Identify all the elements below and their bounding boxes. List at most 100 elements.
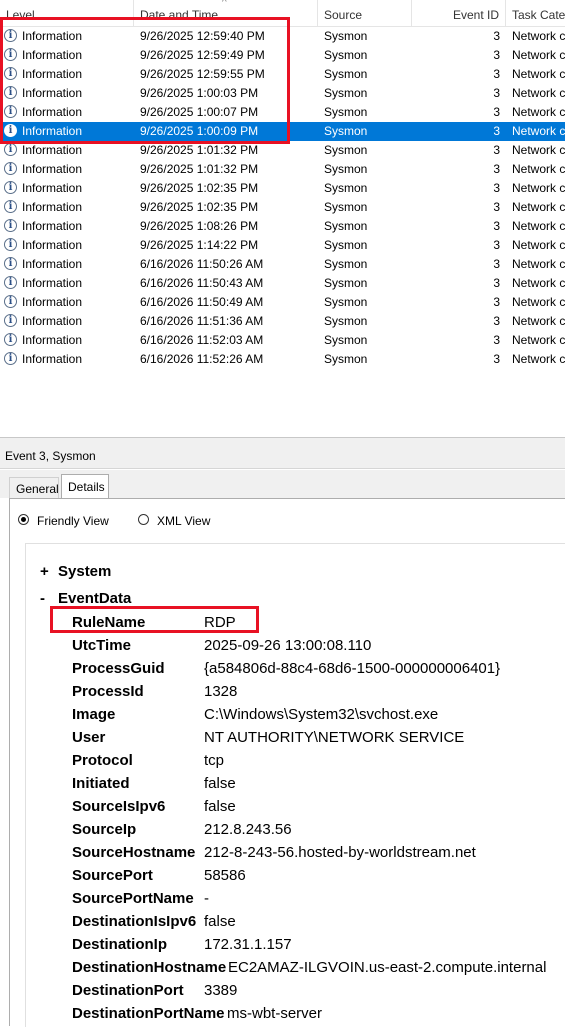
friendly-view-radio[interactable]: Friendly View [18,513,128,529]
cell-event-id: 3 [493,48,500,62]
details-panel: Friendly View XML View + System - EventD… [9,498,565,1027]
cell-task-category: Network c [512,276,565,290]
field-name: ProcessGuid [72,660,165,677]
field-name: SourcePortName [72,890,194,907]
cell-date-time: 9/26/2025 1:02:35 PM [140,200,259,214]
field-name: DestinationPortName [72,1005,225,1022]
cell-level: Information [22,352,83,366]
cell-event-id: 3 [493,295,500,309]
field-name: Image [72,706,116,723]
cell-source: Sysmon [324,200,368,214]
cell-source: Sysmon [324,219,368,233]
information-icon: i [4,200,17,213]
cell-event-id: 3 [493,238,500,252]
cell-date-time: 9/26/2025 1:08:26 PM [140,219,259,233]
column-header-source[interactable]: Source [318,0,412,26]
field-value: 1328 [204,683,238,700]
cell-source: Sysmon [324,162,368,176]
cell-task-category: Network c [512,86,565,100]
field-value: EC2AMAZ-ILGVOIN.us-east-2.compute.intern… [228,959,547,976]
table-row[interactable]: i Information 9/26/2025 1:14:22 PM Sysmon 3 N… [0,236,565,255]
table-row[interactable]: i Information 9/26/2025 1:02:35 PM Sysmon 3 N… [0,198,565,217]
cell-date-time: 6/16/2026 11:52:03 AM [140,333,264,347]
table-row[interactable]: i Information 9/26/2025 1:08:26 PM Sysmon 3 N… [0,217,565,236]
cell-event-id: 3 [493,86,500,100]
field-value: 58586 [204,867,246,884]
cell-source: Sysmon [324,105,368,119]
tab-details[interactable]: Details [61,474,109,498]
cell-date-time: 6/16/2026 11:50:43 AM [140,276,264,290]
table-row[interactable]: i Information 6/16/2026 11:52:03 AM Sysmon 3… [0,331,565,350]
information-icon: i [4,181,17,194]
column-header-event-id[interactable]: Event ID [412,0,506,26]
cell-level: Information [22,333,83,347]
cell-task-category: Network c [512,238,565,252]
cell-event-id: 3 [493,143,500,157]
field-value: 3389 [204,982,238,999]
cell-task-category: Network c [512,352,565,366]
table-row[interactable]: i Information 9/26/2025 1:02:35 PM Sysmon 3 N… [0,179,565,198]
cell-source: Sysmon [324,333,368,347]
xml-view-label: XML View [157,514,211,528]
table-row[interactable]: i Information 9/26/2025 1:01:32 PM Sysmon 3 N… [0,160,565,179]
cell-task-category: Network c [512,333,565,347]
cell-task-category: Network c [512,105,565,119]
xml-view-radio[interactable]: XML View [138,513,228,529]
eventdata-section-label: EventData [58,590,132,607]
collapse-icon: - [40,590,45,607]
expand-icon: + [40,563,49,580]
highlight-box-rulename [50,606,259,633]
preview-tabs: General Details [0,470,565,498]
cell-source: Sysmon [324,352,368,366]
cell-source: Sysmon [324,48,368,62]
information-icon: i [4,162,17,175]
field-value: C:\Windows\System32\svchost.exe [204,706,439,723]
table-row[interactable]: i Information 6/16/2026 11:51:36 AM Sysmon 3… [0,312,565,331]
cell-event-id: 3 [493,162,500,176]
highlight-box-events [0,17,290,144]
tab-general[interactable]: General [9,477,59,498]
cell-date-time: 6/16/2026 11:51:36 AM [140,314,264,328]
cell-level: Information [22,238,83,252]
table-row[interactable]: i Information 6/16/2026 11:50:43 AM Sysmon 3… [0,274,565,293]
field-value: - [204,890,209,907]
field-value: 2025-09-26 13:00:08.110 [204,637,372,654]
cell-level: Information [22,219,83,233]
field-name: SourcePort [72,867,153,884]
field-name: DestinationPort [72,982,184,999]
event-list[interactable]: Level Date and Time ^ Source Event ID Ta… [0,0,565,438]
information-icon: i [4,257,17,270]
radio-unselected-icon [138,514,149,525]
cell-source: Sysmon [324,124,368,138]
cell-task-category: Network c [512,124,565,138]
field-value: 212-8-243-56.hosted-by-worldstream.net [204,844,476,861]
cell-source: Sysmon [324,181,368,195]
cell-event-id: 3 [493,352,500,366]
cell-level: Information [22,162,83,176]
field-name: DestinationIp [72,936,168,953]
cell-level: Information [22,181,83,195]
field-name: SourceIp [72,821,137,838]
cell-event-id: 3 [493,314,500,328]
table-row[interactable]: i Information 6/16/2026 11:50:26 AM Sysmon 3… [0,255,565,274]
cell-task-category: Network c [512,219,565,233]
field-name: Protocol [72,752,133,769]
table-row[interactable]: i Information 6/16/2026 11:52:26 AM Sysmon 3… [0,350,565,369]
field-value: NT AUTHORITY\NETWORK SERVICE [204,729,465,746]
table-row[interactable]: i Information 6/16/2026 11:50:49 AM Sysmon 3… [0,293,565,312]
cell-source: Sysmon [324,314,368,328]
cell-event-id: 3 [493,257,500,271]
cell-task-category: Network c [512,29,565,43]
cell-task-category: Network c [512,143,565,157]
cell-date-time: 6/16/2026 11:50:26 AM [140,257,264,271]
cell-event-id: 3 [493,181,500,195]
column-header-task-category[interactable]: Task Categ [506,0,565,26]
radio-selected-icon [18,514,29,525]
sort-ascending-icon: ^ [222,0,227,8]
information-icon: i [4,219,17,232]
cell-event-id: 3 [493,276,500,290]
cell-date-time: 9/26/2025 1:01:32 PM [140,162,259,176]
cell-level: Information [22,276,83,290]
cell-date-time: 6/16/2026 11:50:49 AM [140,295,264,309]
system-section-label: System [58,563,112,580]
